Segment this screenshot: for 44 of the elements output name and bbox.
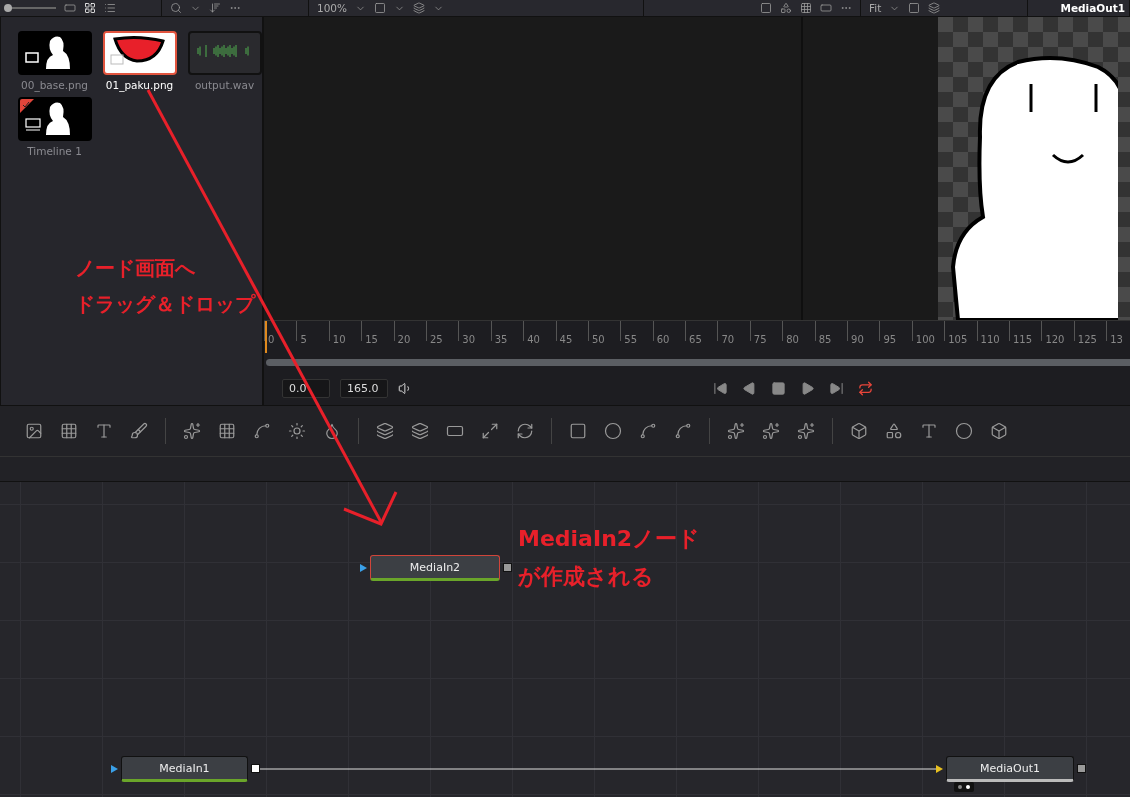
ruler-label: 75: [753, 335, 767, 345]
clip-name: 00_base.png: [21, 79, 88, 91]
ruler-label: 120: [1045, 335, 1065, 345]
ruler-label: 40: [527, 335, 540, 345]
clip-name: Timeline 1: [27, 145, 82, 157]
ruler-label: 125: [1077, 335, 1097, 345]
ruler-label: 85: [818, 335, 832, 345]
viewer-title: MediaOut1: [1060, 2, 1125, 14]
ruler-label: 60: [656, 335, 670, 345]
ruler-label: 50: [591, 335, 605, 345]
ruler-label: 0: [268, 335, 275, 345]
ruler-label: 70: [721, 335, 735, 345]
ruler-label: 100: [915, 335, 935, 345]
annotation-text: MediaIn2ノード: [518, 526, 701, 553]
ruler-label: 5: [300, 335, 307, 345]
start-time-field[interactable]: 0.0: [282, 378, 330, 398]
ruler-label: 95: [883, 335, 897, 345]
tool-node[interactable]: MediaOut1: [946, 756, 1074, 782]
ruler-label: 80: [786, 335, 799, 345]
ruler-label: 10: [332, 335, 346, 345]
clip-name: output.wav: [194, 79, 255, 91]
ruler-label: 25: [429, 335, 443, 345]
ruler-label: 105: [948, 335, 968, 345]
tool-node[interactable]: MediaIn2: [370, 555, 500, 581]
annotation-text: ノード画面へ: [75, 256, 196, 280]
clip-name: 01_paku.png: [105, 79, 174, 91]
ruler-label: 45: [559, 335, 573, 345]
fit-dropdown[interactable]: Fit: [869, 2, 882, 14]
ruler-label: 13: [1110, 335, 1123, 345]
ruler-label: 115: [1013, 335, 1033, 345]
ruler-label: 65: [689, 335, 702, 345]
annotation-text: ドラッグ＆ドロップ: [75, 292, 255, 316]
ruler-label: 90: [851, 335, 864, 345]
ruler-label: 55: [624, 335, 638, 345]
annotation-text: が作成される: [518, 564, 655, 591]
zoom-dropdown[interactable]: 100%: [317, 2, 348, 14]
ruler-label: 110: [980, 335, 1000, 345]
ruler-label: 30: [462, 335, 476, 345]
ruler-label: 35: [494, 335, 508, 345]
ruler-label: 20: [397, 335, 411, 345]
tool-node[interactable]: MediaIn1: [121, 756, 248, 782]
ruler-label: 15: [365, 335, 378, 345]
time-ruler[interactable]: 0 5 10 15 20 25 30 35 40 45 50 55 60 65 70 75 80 85 90 95 100 105 110 115 120 125 13: [264, 320, 1130, 353]
end-time-field[interactable]: 165.0: [340, 378, 388, 398]
